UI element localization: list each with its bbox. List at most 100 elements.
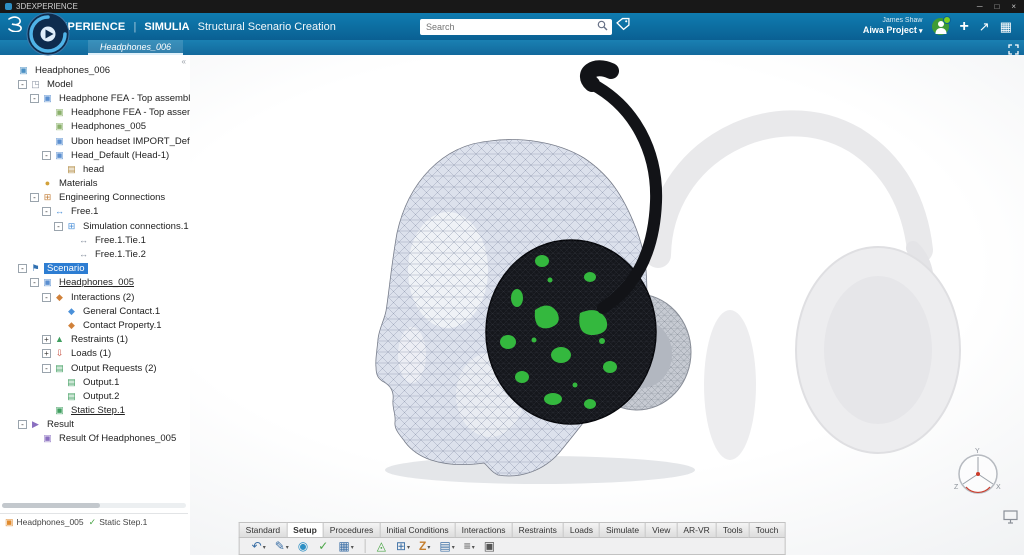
- expander-icon[interactable]: -: [42, 364, 51, 373]
- avatar[interactable]: [932, 18, 949, 35]
- undo-button[interactable]: ↶▾: [252, 540, 266, 552]
- app-grid-button[interactable]: ▦: [1000, 20, 1012, 33]
- close-button[interactable]: ×: [1011, 2, 1016, 11]
- chevron-down-icon[interactable]: ▾: [351, 545, 354, 552]
- search-box[interactable]: [420, 19, 612, 35]
- chevron-down-icon[interactable]: ▾: [452, 545, 455, 552]
- tree-node-output-requests[interactable]: -▤Output Requests (2): [0, 361, 190, 375]
- tree-node-static-step-1[interactable]: ▣Static Step.1: [0, 404, 190, 418]
- tree-node-scenario[interactable]: -⚑Scenario: [0, 262, 190, 276]
- tag-icon[interactable]: [616, 17, 630, 36]
- view-compass[interactable]: Y X Z: [946, 444, 1010, 513]
- expander-icon[interactable]: -: [18, 264, 27, 273]
- tree-node-free-1-tie-2[interactable]: ↔Free.1.Tie.2: [0, 247, 190, 261]
- project-selector[interactable]: Aiwa Project▾: [863, 25, 923, 36]
- expander-icon[interactable]: -: [30, 193, 39, 202]
- table-icon: ▦: [338, 540, 349, 552]
- expander-icon[interactable]: -: [54, 222, 63, 231]
- tree-node-output-2[interactable]: ▤Output.2: [0, 389, 190, 403]
- edit-options-button[interactable]: ✎▾: [275, 540, 289, 552]
- chevron-down-icon[interactable]: ▾: [263, 545, 266, 552]
- tree-node-headphones-005-model[interactable]: ▣Headphones_005: [0, 120, 190, 134]
- 3d-scene[interactable]: [190, 55, 1024, 515]
- expander-icon[interactable]: -: [42, 207, 51, 216]
- tree-node-headphones-005-scenario[interactable]: -▣Headphones_005: [0, 276, 190, 290]
- horizontal-scrollbar[interactable]: [2, 503, 186, 508]
- tree-node-output-1[interactable]: ▤Output.1: [0, 375, 190, 389]
- status-active-model[interactable]: ▣ Headphones_005: [5, 517, 84, 527]
- tab-setup[interactable]: Setup: [286, 522, 323, 538]
- tree-node-interactions[interactable]: -◆Interactions (2): [0, 290, 190, 304]
- tree-node-general-contact-1[interactable]: ◆General Contact.1: [0, 304, 190, 318]
- tree-node-head-default[interactable]: -▣Head_Default (Head-1): [0, 148, 190, 162]
- display-device-icon[interactable]: [1003, 510, 1018, 529]
- tree-node-contact-property-1[interactable]: ◆Contact Property.1: [0, 318, 190, 332]
- tab-loads[interactable]: Loads: [563, 522, 599, 538]
- user-block[interactable]: James Shaw Aiwa Project▾: [863, 17, 923, 36]
- expander-icon[interactable]: -: [42, 151, 51, 160]
- scrollbar-thumb[interactable]: [2, 503, 100, 508]
- tab-view[interactable]: View: [645, 522, 676, 538]
- tab-simulate[interactable]: Simulate: [599, 522, 645, 538]
- tab-procedures[interactable]: Procedures: [323, 522, 379, 538]
- mesh-button[interactable]: ◬: [377, 540, 387, 552]
- expander-icon[interactable]: -: [18, 420, 27, 429]
- expander-icon[interactable]: +: [42, 349, 51, 358]
- add-content-button[interactable]: +: [959, 19, 968, 35]
- tree-node-free-1-tie-1[interactable]: ↔Free.1.Tie.1: [0, 233, 190, 247]
- expander-icon[interactable]: -: [30, 278, 39, 287]
- panel-collapse-handle[interactable]: «: [182, 57, 186, 66]
- minimize-button[interactable]: ─: [977, 2, 983, 11]
- expander-icon[interactable]: +: [42, 335, 51, 344]
- node-label: Head_Default (Head-1): [68, 150, 172, 161]
- tab-interactions[interactable]: Interactions: [455, 522, 512, 538]
- tree-node-model[interactable]: -◳Model: [0, 77, 190, 91]
- tree-node-headphone-fea-top-assembly[interactable]: ▣Headphone FEA - Top assembly: [0, 106, 190, 120]
- tree-node-loads[interactable]: +⇩Loads (1): [0, 347, 190, 361]
- search-icon[interactable]: [597, 18, 608, 36]
- tab-standard[interactable]: Standard: [239, 522, 287, 538]
- tab-initial-conditions[interactable]: Initial Conditions: [379, 522, 454, 538]
- tree-node-ubon-headset-import-default[interactable]: ▣Ubon headset IMPORT_Default (Ubon hea: [0, 134, 190, 148]
- tree-node-headphone-fea-top-assembly-default[interactable]: -▣Headphone FEA - Top assembly_Default: [0, 91, 190, 105]
- render-style-icon: ▣: [484, 540, 495, 552]
- expander-icon[interactable]: -: [42, 293, 51, 302]
- chevron-down-icon[interactable]: ▾: [472, 545, 475, 552]
- chevron-down-icon[interactable]: ▾: [407, 545, 410, 552]
- tree-node-simulation-connections-1[interactable]: -⊞Simulation connections.1: [0, 219, 190, 233]
- fullscreen-icon[interactable]: [1008, 42, 1019, 60]
- node-label: General Contact.1: [80, 306, 163, 317]
- tree-node-head[interactable]: ▤head: [0, 162, 190, 176]
- display-options-button[interactable]: ≡▾: [464, 540, 475, 552]
- tab-tools[interactable]: Tools: [716, 522, 749, 538]
- tab-ar-vr[interactable]: AR-VR: [676, 522, 715, 538]
- model-update-button[interactable]: ◉: [298, 540, 309, 552]
- node-label: Free.1.Tie.1: [92, 235, 149, 246]
- tab-touch[interactable]: Touch: [749, 522, 786, 538]
- tree-node-materials[interactable]: ●Materials: [0, 177, 190, 191]
- tree-node-engineering-connections[interactable]: -⊞Engineering Connections: [0, 191, 190, 205]
- data-table-button[interactable]: ▦▾: [338, 540, 353, 552]
- compass-play-button[interactable]: [26, 12, 70, 56]
- tree-node-free-1[interactable]: -↔Free.1: [0, 205, 190, 219]
- headphone-earcup[interactable]: [486, 240, 656, 424]
- tree-node-result[interactable]: -▶Result: [0, 418, 190, 432]
- expander-icon[interactable]: -: [18, 80, 27, 89]
- tree-node-result-of-headphones-005[interactable]: ▣Result Of Headphones_005: [0, 432, 190, 446]
- sort-button[interactable]: Z▾: [419, 540, 430, 552]
- render-style-button[interactable]: ▣: [484, 540, 496, 552]
- expander-icon[interactable]: -: [30, 94, 39, 103]
- tab-restraints[interactable]: Restraints: [512, 522, 563, 538]
- tree-node-restraints[interactable]: +▲Restraints (1): [0, 333, 190, 347]
- maximize-button[interactable]: □: [994, 2, 999, 11]
- chevron-down-icon[interactable]: ▾: [286, 545, 289, 552]
- document-tab[interactable]: Headphones_006: [88, 40, 183, 55]
- chevron-down-icon[interactable]: ▾: [427, 545, 430, 552]
- views-list-button[interactable]: ▤▾: [439, 540, 454, 552]
- search-input[interactable]: [420, 22, 597, 32]
- model-checks-button[interactable]: ✓: [318, 540, 329, 552]
- share-button[interactable]: ↗: [979, 20, 990, 33]
- group-button[interactable]: ⊞▾: [396, 540, 410, 552]
- status-active-step[interactable]: ✓ Static Step.1: [89, 517, 148, 527]
- tree-node-headphones-006[interactable]: ▣Headphones_006: [0, 63, 190, 77]
